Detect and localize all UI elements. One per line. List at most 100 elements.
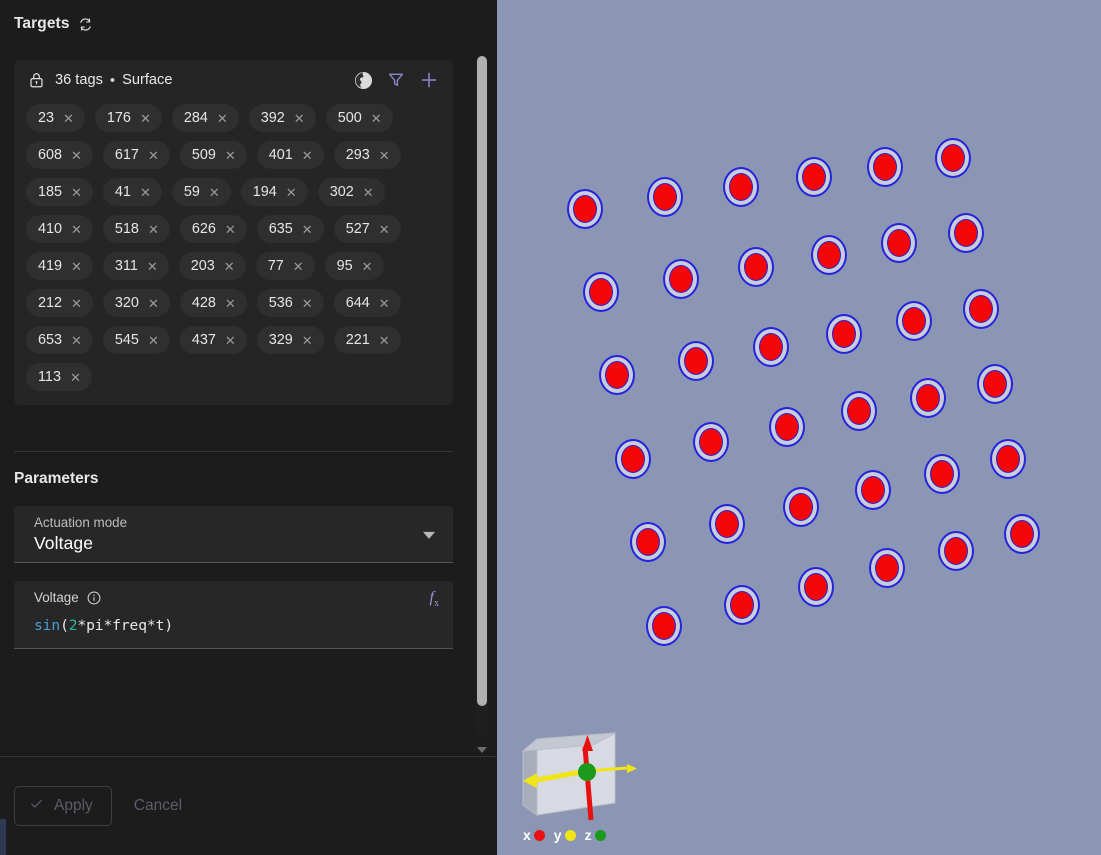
tag-chip[interactable]: 545 ✕	[102, 326, 170, 354]
tag-remove-icon[interactable]: ✕	[71, 223, 82, 236]
target-marker[interactable]	[630, 522, 666, 562]
target-marker[interactable]	[583, 272, 619, 312]
tag-chip[interactable]: 644 ✕	[333, 289, 401, 317]
tag-chip[interactable]: 329 ✕	[256, 326, 324, 354]
tag-chip[interactable]: 626 ✕	[179, 215, 247, 243]
tag-chip[interactable]: 284 ✕	[171, 104, 239, 132]
tag-remove-icon[interactable]: ✕	[225, 334, 236, 347]
tag-remove-icon[interactable]: ✕	[209, 186, 220, 199]
scrollbar-thumb[interactable]	[477, 56, 487, 706]
target-marker[interactable]	[867, 147, 903, 187]
chevron-down-icon[interactable]	[423, 531, 435, 539]
target-marker[interactable]	[841, 391, 877, 431]
target-marker[interactable]	[567, 189, 603, 229]
target-marker[interactable]	[869, 548, 905, 588]
axis-orientation-gizmo[interactable]: x y z	[515, 725, 665, 845]
target-marker[interactable]	[709, 504, 745, 544]
tag-remove-icon[interactable]: ✕	[140, 186, 151, 199]
tag-remove-icon[interactable]: ✕	[379, 149, 390, 162]
tag-chip[interactable]: 302 ✕	[317, 178, 385, 206]
tag-remove-icon[interactable]: ✕	[379, 223, 390, 236]
target-marker[interactable]	[693, 422, 729, 462]
tag-remove-icon[interactable]: ✕	[379, 334, 390, 347]
info-icon[interactable]	[87, 591, 101, 605]
tag-chip[interactable]: 23 ✕	[26, 104, 85, 132]
scroll-down-arrow-icon[interactable]	[477, 747, 487, 753]
target-marker[interactable]	[783, 487, 819, 527]
tag-chip[interactable]: 113 ✕	[26, 363, 92, 391]
target-marker[interactable]	[796, 157, 832, 197]
tag-chip[interactable]: 95 ✕	[324, 252, 384, 280]
tag-remove-icon[interactable]: ✕	[294, 112, 305, 125]
target-marker[interactable]	[948, 213, 984, 253]
tag-chip[interactable]: 536 ✕	[256, 289, 324, 317]
cancel-button[interactable]: Cancel	[130, 797, 186, 815]
target-marker[interactable]	[615, 439, 651, 479]
tag-chip[interactable]: 320 ✕	[102, 289, 170, 317]
tag-remove-icon[interactable]: ✕	[148, 334, 159, 347]
tag-chip[interactable]: 77 ✕	[255, 252, 315, 280]
target-marker[interactable]	[910, 378, 946, 418]
target-marker[interactable]	[647, 177, 683, 217]
tag-remove-icon[interactable]: ✕	[70, 371, 81, 384]
target-marker[interactable]	[769, 407, 805, 447]
tag-remove-icon[interactable]: ✕	[225, 297, 236, 310]
tag-chip[interactable]: 392 ✕	[248, 104, 316, 132]
target-marker[interactable]	[826, 314, 862, 354]
tag-remove-icon[interactable]: ✕	[302, 149, 313, 162]
tag-chip[interactable]: 410 ✕	[26, 215, 93, 243]
tag-chip[interactable]: 617 ✕	[102, 141, 170, 169]
target-marker[interactable]	[811, 235, 847, 275]
tag-remove-icon[interactable]: ✕	[379, 297, 390, 310]
tag-remove-icon[interactable]: ✕	[71, 334, 82, 347]
tag-chip[interactable]: 635 ✕	[256, 215, 324, 243]
tag-remove-icon[interactable]: ✕	[140, 112, 151, 125]
tag-chip[interactable]: 203 ✕	[178, 252, 246, 280]
tag-remove-icon[interactable]: ✕	[71, 297, 82, 310]
tag-chip[interactable]: 185 ✕	[26, 178, 93, 206]
target-marker[interactable]	[798, 567, 834, 607]
tag-remove-icon[interactable]: ✕	[148, 149, 159, 162]
target-marker[interactable]	[896, 301, 932, 341]
tag-remove-icon[interactable]: ✕	[148, 223, 159, 236]
target-marker[interactable]	[963, 289, 999, 329]
tag-remove-icon[interactable]: ✕	[147, 260, 158, 273]
tag-chip[interactable]: 212 ✕	[26, 289, 93, 317]
tag-remove-icon[interactable]: ✕	[371, 112, 382, 125]
3d-viewport[interactable]: x y z	[497, 0, 1101, 855]
tag-chip[interactable]: 527 ✕	[333, 215, 401, 243]
tag-remove-icon[interactable]: ✕	[286, 186, 297, 199]
target-marker[interactable]	[646, 606, 682, 646]
tag-remove-icon[interactable]: ✕	[363, 186, 374, 199]
target-marker[interactable]	[881, 223, 917, 263]
target-marker[interactable]	[723, 167, 759, 207]
tag-chip[interactable]: 437 ✕	[179, 326, 247, 354]
tag-chip[interactable]: 653 ✕	[26, 326, 93, 354]
tag-remove-icon[interactable]: ✕	[217, 112, 228, 125]
target-marker[interactable]	[938, 531, 974, 571]
tag-remove-icon[interactable]: ✕	[71, 149, 82, 162]
tag-remove-icon[interactable]: ✕	[148, 297, 159, 310]
tag-chip[interactable]: 293 ✕	[333, 141, 401, 169]
target-marker[interactable]	[663, 259, 699, 299]
tag-remove-icon[interactable]: ✕	[362, 260, 373, 273]
target-marker[interactable]	[935, 138, 971, 178]
tag-remove-icon[interactable]: ✕	[302, 297, 313, 310]
tag-remove-icon[interactable]: ✕	[71, 186, 82, 199]
apply-button[interactable]: Apply	[14, 786, 112, 826]
filter-icon[interactable]	[387, 71, 405, 89]
voltage-expression-input[interactable]: sin(2*pi*freq*t)	[34, 617, 439, 634]
tag-remove-icon[interactable]: ✕	[224, 260, 235, 273]
tag-remove-icon[interactable]: ✕	[63, 112, 74, 125]
tag-chip[interactable]: 509 ✕	[179, 141, 247, 169]
tag-chip[interactable]: 500 ✕	[325, 104, 393, 132]
target-marker[interactable]	[990, 439, 1026, 479]
target-marker[interactable]	[1004, 514, 1040, 554]
tag-remove-icon[interactable]: ✕	[302, 334, 313, 347]
tag-chip[interactable]: 428 ✕	[179, 289, 247, 317]
tag-chip[interactable]: 59 ✕	[171, 178, 231, 206]
tag-chip[interactable]: 311 ✕	[102, 252, 169, 280]
target-marker[interactable]	[924, 454, 960, 494]
tag-chip[interactable]: 41 ✕	[102, 178, 162, 206]
target-marker[interactable]	[724, 585, 760, 625]
